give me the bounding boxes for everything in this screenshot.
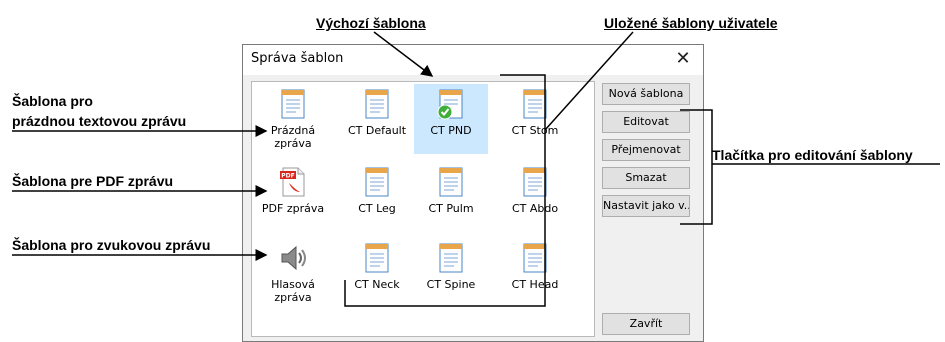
template-label: CT Leg <box>358 202 396 215</box>
template-manager-dialog: Správa šablon ✕ Prázdná zpráva CT Default <box>242 44 704 342</box>
edit-button[interactable]: Editovat <box>602 111 690 133</box>
template-label: CT Head <box>511 278 559 291</box>
template-list: Prázdná zpráva CT Default CT PND CT Stom… <box>251 81 595 337</box>
close-button[interactable]: Zavřít <box>602 313 690 335</box>
template-label: CT Stom <box>511 124 559 137</box>
text-document-icon <box>281 89 305 119</box>
template-pdf[interactable]: PDF PDF zpráva <box>256 162 330 232</box>
callout-edit-buttons: Tlačítka pro editování šablony <box>712 147 913 163</box>
default-check-document-icon <box>437 89 463 120</box>
new-template-button[interactable]: Nová šablona <box>602 83 690 105</box>
template-label: Hlasová zpráva <box>271 278 315 304</box>
pdf-document-icon: PDF <box>280 167 305 197</box>
svg-text:PDF: PDF <box>281 173 294 180</box>
dialog-title: Správa šablon <box>251 51 344 66</box>
template-blank-text[interactable]: Prázdná zpráva <box>256 84 330 154</box>
template-ct-spine[interactable]: CT Spine <box>414 238 488 308</box>
text-document-icon <box>365 243 389 273</box>
template-ct-pnd[interactable]: CT PND <box>414 84 488 154</box>
text-document-icon <box>365 167 389 197</box>
template-label: PDF zpráva <box>261 202 325 215</box>
template-label: CT Neck <box>354 278 400 291</box>
callout-blank-text-line2: prázdnou textovou zprávu <box>12 113 187 129</box>
template-label: CT Default <box>347 124 407 137</box>
template-label: CT PND <box>430 124 472 137</box>
template-ct-neck[interactable]: CT Neck <box>340 238 414 308</box>
speaker-icon <box>281 245 306 271</box>
dialog-titlebar: Správa šablon ✕ <box>243 45 703 75</box>
template-audio[interactable]: Hlasová zpráva <box>256 238 330 308</box>
text-document-icon <box>523 167 547 197</box>
text-document-icon <box>365 89 389 119</box>
text-document-icon <box>523 89 547 119</box>
rename-button[interactable]: Přejmenovat <box>602 139 690 161</box>
template-ct-abdo[interactable]: CT Abdo <box>498 162 572 232</box>
callout-user-templates: Uložené šablony uživatele <box>604 15 778 31</box>
template-label: CT Pulm <box>428 202 474 215</box>
text-document-icon <box>439 167 463 197</box>
text-document-icon <box>523 243 547 273</box>
template-label: CT Spine <box>426 278 476 291</box>
callout-audio-template: Šablona pro zvukovou zprávu <box>12 237 211 253</box>
delete-button[interactable]: Smazat <box>602 167 690 189</box>
template-ct-stom[interactable]: CT Stom <box>498 84 572 154</box>
callout-default-template: Výchozí šablona <box>316 15 426 31</box>
text-document-icon <box>439 243 463 273</box>
callout-blank-text-line1: Šablona pro <box>12 93 93 109</box>
template-label: CT Abdo <box>511 202 559 215</box>
template-ct-leg[interactable]: CT Leg <box>340 162 414 232</box>
template-label: Prázdná zpráva <box>270 124 316 150</box>
set-default-button[interactable]: Nastavit jako v... <box>602 195 690 217</box>
template-ct-default[interactable]: CT Default <box>340 84 414 154</box>
callout-pdf-template: Šablona pre PDF zprávu <box>12 173 174 189</box>
template-ct-pulm[interactable]: CT Pulm <box>414 162 488 232</box>
template-ct-head[interactable]: CT Head <box>498 238 572 308</box>
close-icon[interactable]: ✕ <box>669 47 697 71</box>
